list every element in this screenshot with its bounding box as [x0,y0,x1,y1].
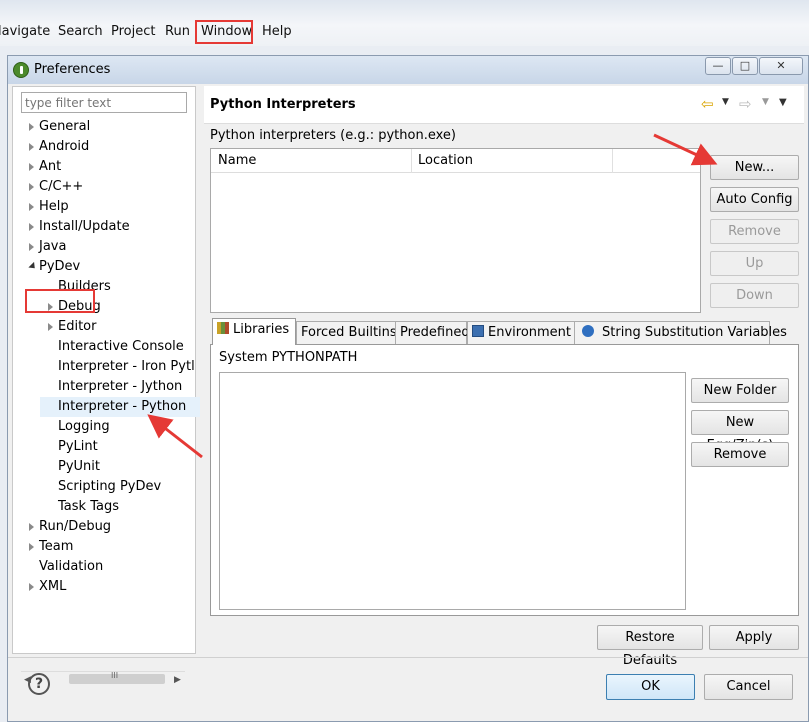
annotation-arrow-interpreter-python [147,414,203,459]
tab-libraries[interactable]: Libraries [212,318,296,345]
annotation-arrows [147,133,718,459]
tab-libraries-label: Libraries [233,322,290,337]
annotation-arrow-new-button [653,133,718,166]
libraries-icon [217,322,229,334]
